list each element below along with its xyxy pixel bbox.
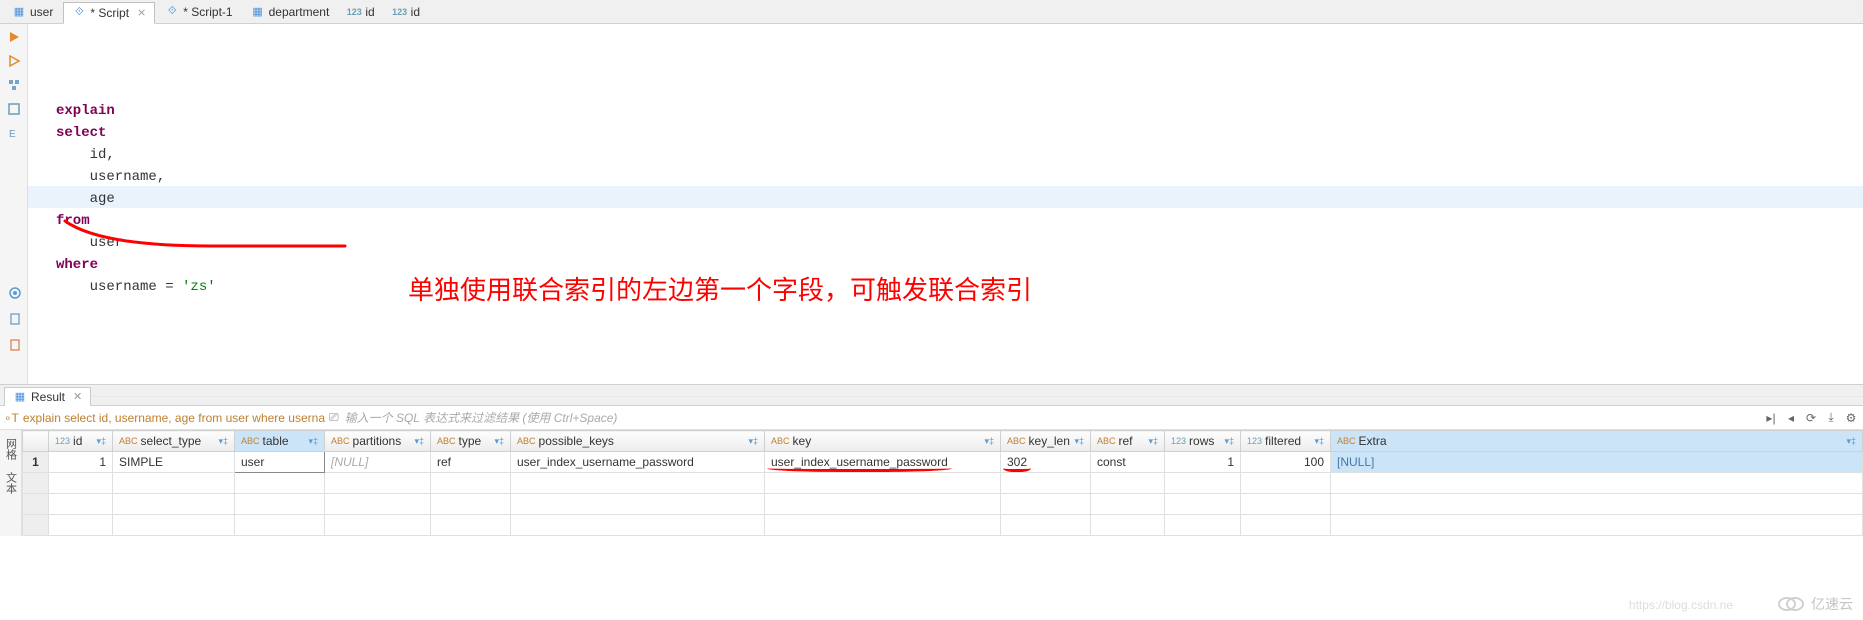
tab-3[interactable]: ▦ department <box>243 1 338 23</box>
table-row[interactable]: 11SIMPLEuser[NULL]refuser_index_username… <box>23 452 1863 473</box>
filter-icon[interactable]: ▾‡ <box>308 436 318 447</box>
col-id[interactable]: 123 id▾‡ <box>49 431 113 452</box>
watermark: 亿速云 <box>1777 594 1853 614</box>
left-bottom-toolbar <box>6 284 24 354</box>
csdn-watermark: https://blog.csdn.ne <box>1629 598 1733 612</box>
cell-possible_keys[interactable]: user_index_username_password <box>511 452 765 473</box>
cell-rows[interactable]: 1 <box>1165 452 1241 473</box>
tab-5[interactable]: 123 id <box>385 1 428 23</box>
sql-icon: ⟐ <box>165 5 179 19</box>
tab-label: department <box>269 5 330 19</box>
filter-icon[interactable]: ▾‡ <box>1224 436 1234 447</box>
filter-icon[interactable]: ▾‡ <box>218 436 228 447</box>
tab-label: * Script-1 <box>183 5 232 19</box>
table-row-empty <box>23 494 1863 515</box>
cell-key[interactable]: user_index_username_password <box>765 452 1001 473</box>
close-icon[interactable]: ✕ <box>73 390 82 403</box>
cell-partitions[interactable]: [NULL] <box>325 452 431 473</box>
sql-preview-icon: ∘T <box>4 411 19 425</box>
cell-ref[interactable]: const <box>1091 452 1165 473</box>
col-row_num[interactable] <box>23 431 49 452</box>
table-row-empty <box>23 515 1863 536</box>
svg-text:E: E <box>9 129 16 140</box>
tree-icon[interactable] <box>5 76 23 94</box>
col-type[interactable]: ABC type▾‡ <box>431 431 511 452</box>
tab-label: * Script <box>90 6 129 20</box>
col-filtered[interactable]: 123 filtered▾‡ <box>1241 431 1331 452</box>
result-table: 123 id▾‡ABC select_type▾‡ABC table▾‡ABC … <box>22 430 1863 536</box>
tab-4[interactable]: 123 id <box>339 1 382 23</box>
col-rows[interactable]: 123 rows▾‡ <box>1165 431 1241 452</box>
col-select_type[interactable]: ABC select_type▾‡ <box>113 431 235 452</box>
grid-icon: ▦ <box>13 390 27 404</box>
col-ref[interactable]: ABC ref▾‡ <box>1091 431 1165 452</box>
number-icon: 123 <box>347 5 361 19</box>
cell-select_type[interactable]: SIMPLE <box>113 452 235 473</box>
top-tabs-bar: ▦ user ⟐ * Script ⨯ ⟐ * Script-1 ▦ department 123… <box>0 0 1863 24</box>
cell-row_num[interactable]: 1 <box>23 452 49 473</box>
col-partitions[interactable]: ABC partitions▾‡ <box>325 431 431 452</box>
result-tab[interactable]: ▦ Result ✕ <box>4 387 91 406</box>
filter-icon[interactable]: ▾‡ <box>1846 436 1856 447</box>
export-icon[interactable]: ⤓ <box>1823 410 1839 426</box>
col-Extra[interactable]: ABC Extra▾‡ <box>1331 431 1863 452</box>
col-table[interactable]: ABC table▾‡ <box>235 431 325 452</box>
tab-1[interactable]: ⟐ * Script ⨯ <box>63 2 155 24</box>
cell-type[interactable]: ref <box>431 452 511 473</box>
query-bar: ∘T explain select id, username, age from… <box>0 406 1863 430</box>
gear-icon[interactable] <box>6 284 24 302</box>
filter-input[interactable]: 输入一个 SQL 表达式来过滤结果 (使用 Ctrl+Space) <box>339 409 1763 426</box>
close-icon[interactable]: ⨯ <box>137 6 146 19</box>
doc-icon[interactable] <box>6 310 24 328</box>
filter-icon[interactable]: ▾‡ <box>96 436 106 447</box>
table-icon: ▦ <box>12 5 26 19</box>
result-view-tabs: 网格 文本 <box>0 430 22 536</box>
tab-2[interactable]: ⟐ * Script-1 <box>157 1 240 23</box>
editor-scrollbar[interactable] <box>56 396 1863 397</box>
prev-page-icon[interactable]: ◂ <box>1783 410 1799 426</box>
filter-icon[interactable]: ▾‡ <box>748 436 758 447</box>
annotation-curve <box>60 216 350 256</box>
tab-0[interactable]: ▦ user <box>4 1 61 23</box>
col-key_len[interactable]: ABC key_len▾‡ <box>1001 431 1091 452</box>
col-possible_keys[interactable]: ABC possible_keys▾‡ <box>511 431 765 452</box>
play-icon[interactable] <box>5 28 23 46</box>
tab-label: id <box>411 5 420 19</box>
explain-icon[interactable]: E <box>5 124 23 142</box>
cell-Extra[interactable]: [NULL] <box>1331 452 1863 473</box>
filter-icon[interactable]: ⎚ <box>329 410 339 425</box>
tab-label: id <box>365 5 374 19</box>
sql-icon: ⟐ <box>72 6 86 20</box>
cell-filtered[interactable]: 100 <box>1241 452 1331 473</box>
sql-editor[interactable]: explain select id, username, age from us… <box>28 24 1863 396</box>
table-icon: ▦ <box>251 5 265 19</box>
col-key[interactable]: ABC key▾‡ <box>765 431 1001 452</box>
filter-icon[interactable]: ▾‡ <box>1074 436 1084 447</box>
tab-label: user <box>30 5 53 19</box>
play-alt-icon[interactable] <box>5 52 23 70</box>
cell-id[interactable]: 1 <box>49 452 113 473</box>
grid-view-tab[interactable]: 网格 <box>1 432 21 466</box>
table-row-empty <box>23 473 1863 494</box>
filter-icon[interactable]: ▾‡ <box>414 436 424 447</box>
cell-table[interactable]: user <box>235 452 325 473</box>
filter-icon[interactable]: ▾‡ <box>1148 436 1158 447</box>
text-view-tab[interactable]: 文本 <box>1 466 21 500</box>
filter-icon[interactable]: ▾‡ <box>1314 436 1324 447</box>
cell-key_len[interactable]: 302 <box>1001 452 1091 473</box>
query-preview: explain select id, username, age from us… <box>23 411 325 425</box>
first-page-icon[interactable]: ▸| <box>1763 410 1779 426</box>
filter-icon[interactable]: ▾‡ <box>984 436 994 447</box>
commit-icon[interactable] <box>5 100 23 118</box>
filter-icon[interactable]: ▾‡ <box>494 436 504 447</box>
doc2-icon[interactable] <box>6 336 24 354</box>
refresh-icon[interactable]: ⟳ <box>1803 410 1819 426</box>
number-icon: 123 <box>393 5 407 19</box>
settings-icon[interactable]: ⚙ <box>1843 410 1859 426</box>
result-tab-label: Result <box>31 390 65 404</box>
